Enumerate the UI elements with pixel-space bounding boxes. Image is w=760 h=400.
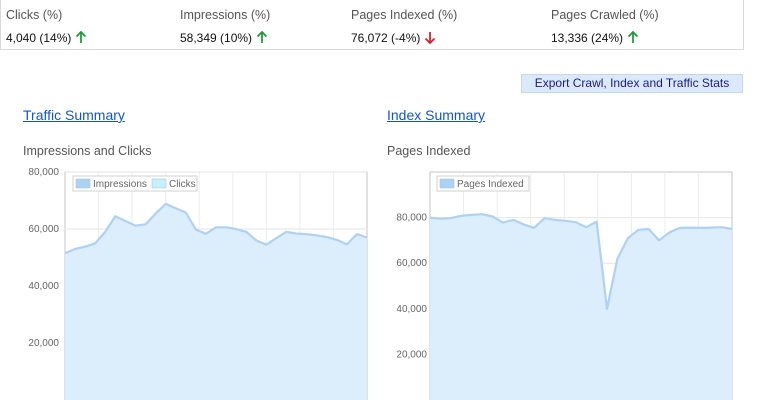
arrow-up-icon	[627, 31, 639, 43]
arrow-down-icon	[425, 32, 436, 44]
stat-impressions: Impressions (%) 58,349 (10%)	[180, 8, 270, 45]
export-stats-button[interactable]: Export Crawl, Index and Traffic Stats	[521, 74, 743, 93]
stats-summary: Clicks (%) 4,040 (14%) Impressions (%) 5…	[0, 0, 744, 50]
y-tick-label: 80,000	[28, 167, 59, 178]
stat-label: Impressions (%)	[180, 8, 271, 22]
y-tick-label: 20,000	[28, 338, 59, 349]
y-tick-label: 40,000	[396, 304, 427, 315]
y-tick-label: 40,000	[28, 281, 59, 292]
stat-value: 13,336 (24%)	[551, 31, 624, 45]
stat-pages-crawled: Pages Crawled (%) 13,336 (24%)	[551, 8, 659, 45]
stat-value: 76,072 (-4%)	[351, 31, 421, 45]
legend-label: Clicks	[169, 179, 196, 190]
legend-label: Impressions	[93, 179, 147, 190]
legend-swatch	[439, 178, 455, 189]
traffic-summary-link[interactable]: Traffic Summary	[23, 107, 125, 123]
arrow-up-icon	[76, 31, 87, 43]
y-tick-label: 80,000	[396, 213, 427, 224]
traffic-chart-title: Impressions and Clicks	[23, 144, 152, 158]
stat-value: 58,349 (10%)	[180, 31, 253, 45]
arrow-up-icon	[256, 31, 268, 43]
stat-label: Pages Indexed (%)	[351, 8, 458, 22]
legend-label: Pages Indexed	[457, 179, 524, 190]
stat-clicks: Clicks (%) 4,040 (14%)	[6, 8, 87, 45]
legend-swatch	[151, 178, 167, 189]
impressions-clicks-chart: 80,000 60,000 40,000 20,000 Impressions Click…	[28, 167, 368, 400]
index-summary-link[interactable]: Index Summary	[387, 107, 485, 123]
legend-swatch	[75, 178, 91, 189]
stat-pages-indexed: Pages Indexed (%) 76,072 (-4%)	[351, 8, 457, 45]
pages-indexed-chart: 80,000 60,000 40,000 20,000 Pages Indexed	[396, 171, 733, 400]
y-tick-label: 60,000	[28, 224, 59, 235]
index-chart-title: Pages Indexed	[387, 144, 471, 158]
series-area	[430, 214, 732, 400]
stat-label: Clicks (%)	[6, 8, 63, 22]
stat-label: Pages Crawled (%)	[551, 8, 659, 22]
stat-value: 4,040 (14%)	[6, 31, 72, 45]
y-tick-label: 20,000	[396, 349, 427, 360]
y-tick-label: 60,000	[396, 258, 427, 269]
